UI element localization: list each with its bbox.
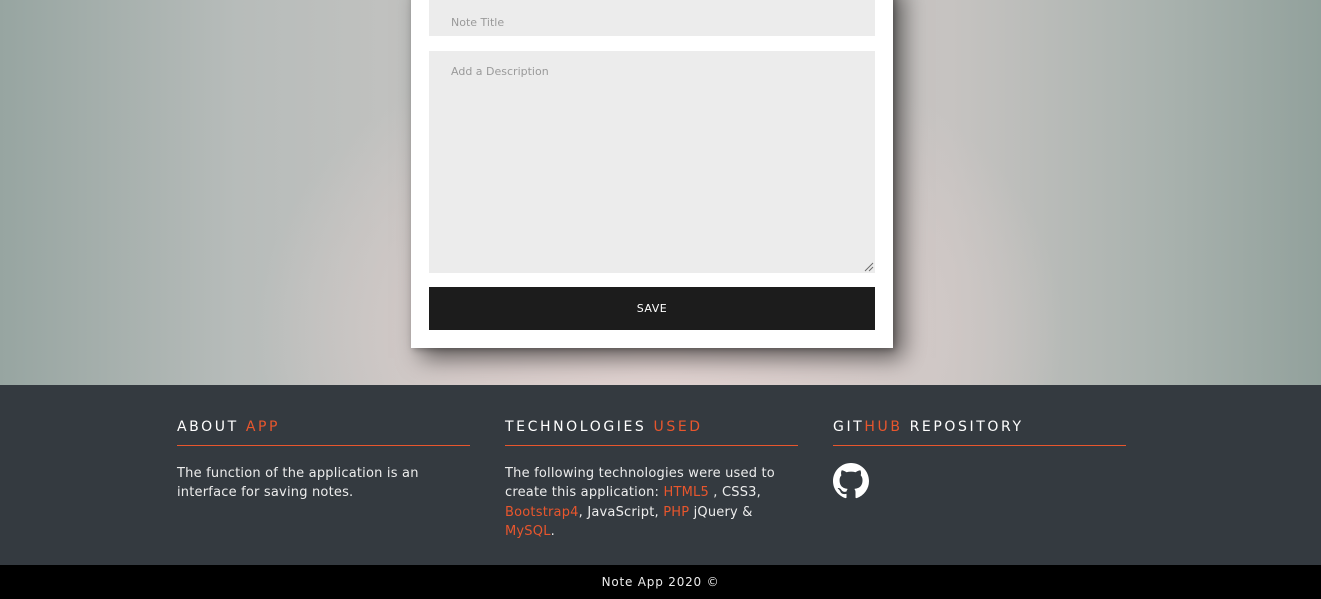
tech-separator: &: [742, 504, 753, 520]
tech-javascript: JavaScript: [587, 504, 655, 520]
about-heading-accent: APP: [245, 419, 281, 435]
about-heading: ABOUT APP: [177, 419, 470, 446]
note-description-input[interactable]: [429, 51, 875, 273]
tech-jquery: jQuery: [693, 504, 738, 520]
tech-separator: ,: [713, 485, 718, 501]
note-title-input[interactable]: [429, 0, 875, 36]
tech-separator: ,: [756, 485, 761, 501]
tech-mysql: MySQL: [505, 523, 551, 539]
technologies-heading: TECHNOLOGIES USED: [505, 419, 798, 446]
about-text: The function of the application is an in…: [177, 466, 419, 501]
technologies-text: The following technologies were used to …: [505, 464, 798, 541]
github-heading-part1: GIT: [833, 419, 865, 435]
tech-html5: HTML5: [663, 485, 709, 501]
technologies-heading-accent: USED: [653, 419, 703, 435]
github-heading-accent: HUB: [864, 419, 903, 435]
github-icon[interactable]: [833, 463, 869, 499]
tech-separator: ,: [654, 504, 659, 520]
resize-grip-icon[interactable]: [864, 262, 874, 272]
hero-background: SAVE: [0, 0, 1321, 385]
note-form-card: SAVE: [411, 0, 893, 348]
tech-separator: ,: [578, 504, 583, 520]
copyright-text: Note App 2020 ©: [601, 575, 720, 589]
github-heading-part2: REPOSITORY: [909, 419, 1024, 435]
github-heading: GITHUB REPOSITORY: [833, 419, 1126, 446]
tech-bootstrap4: Bootstrap4: [505, 504, 579, 520]
save-button[interactable]: SAVE: [429, 287, 875, 330]
site-footer: ABOUT APP The function of the applicatio…: [0, 385, 1321, 565]
tech-end: .: [550, 523, 555, 539]
copyright-bar: Note App 2020 ©: [0, 565, 1321, 599]
tech-php: PHP: [663, 504, 690, 520]
about-heading-main: ABOUT: [177, 419, 239, 435]
tech-css3: CSS3: [721, 485, 757, 501]
technologies-heading-main: TECHNOLOGIES: [505, 419, 647, 435]
